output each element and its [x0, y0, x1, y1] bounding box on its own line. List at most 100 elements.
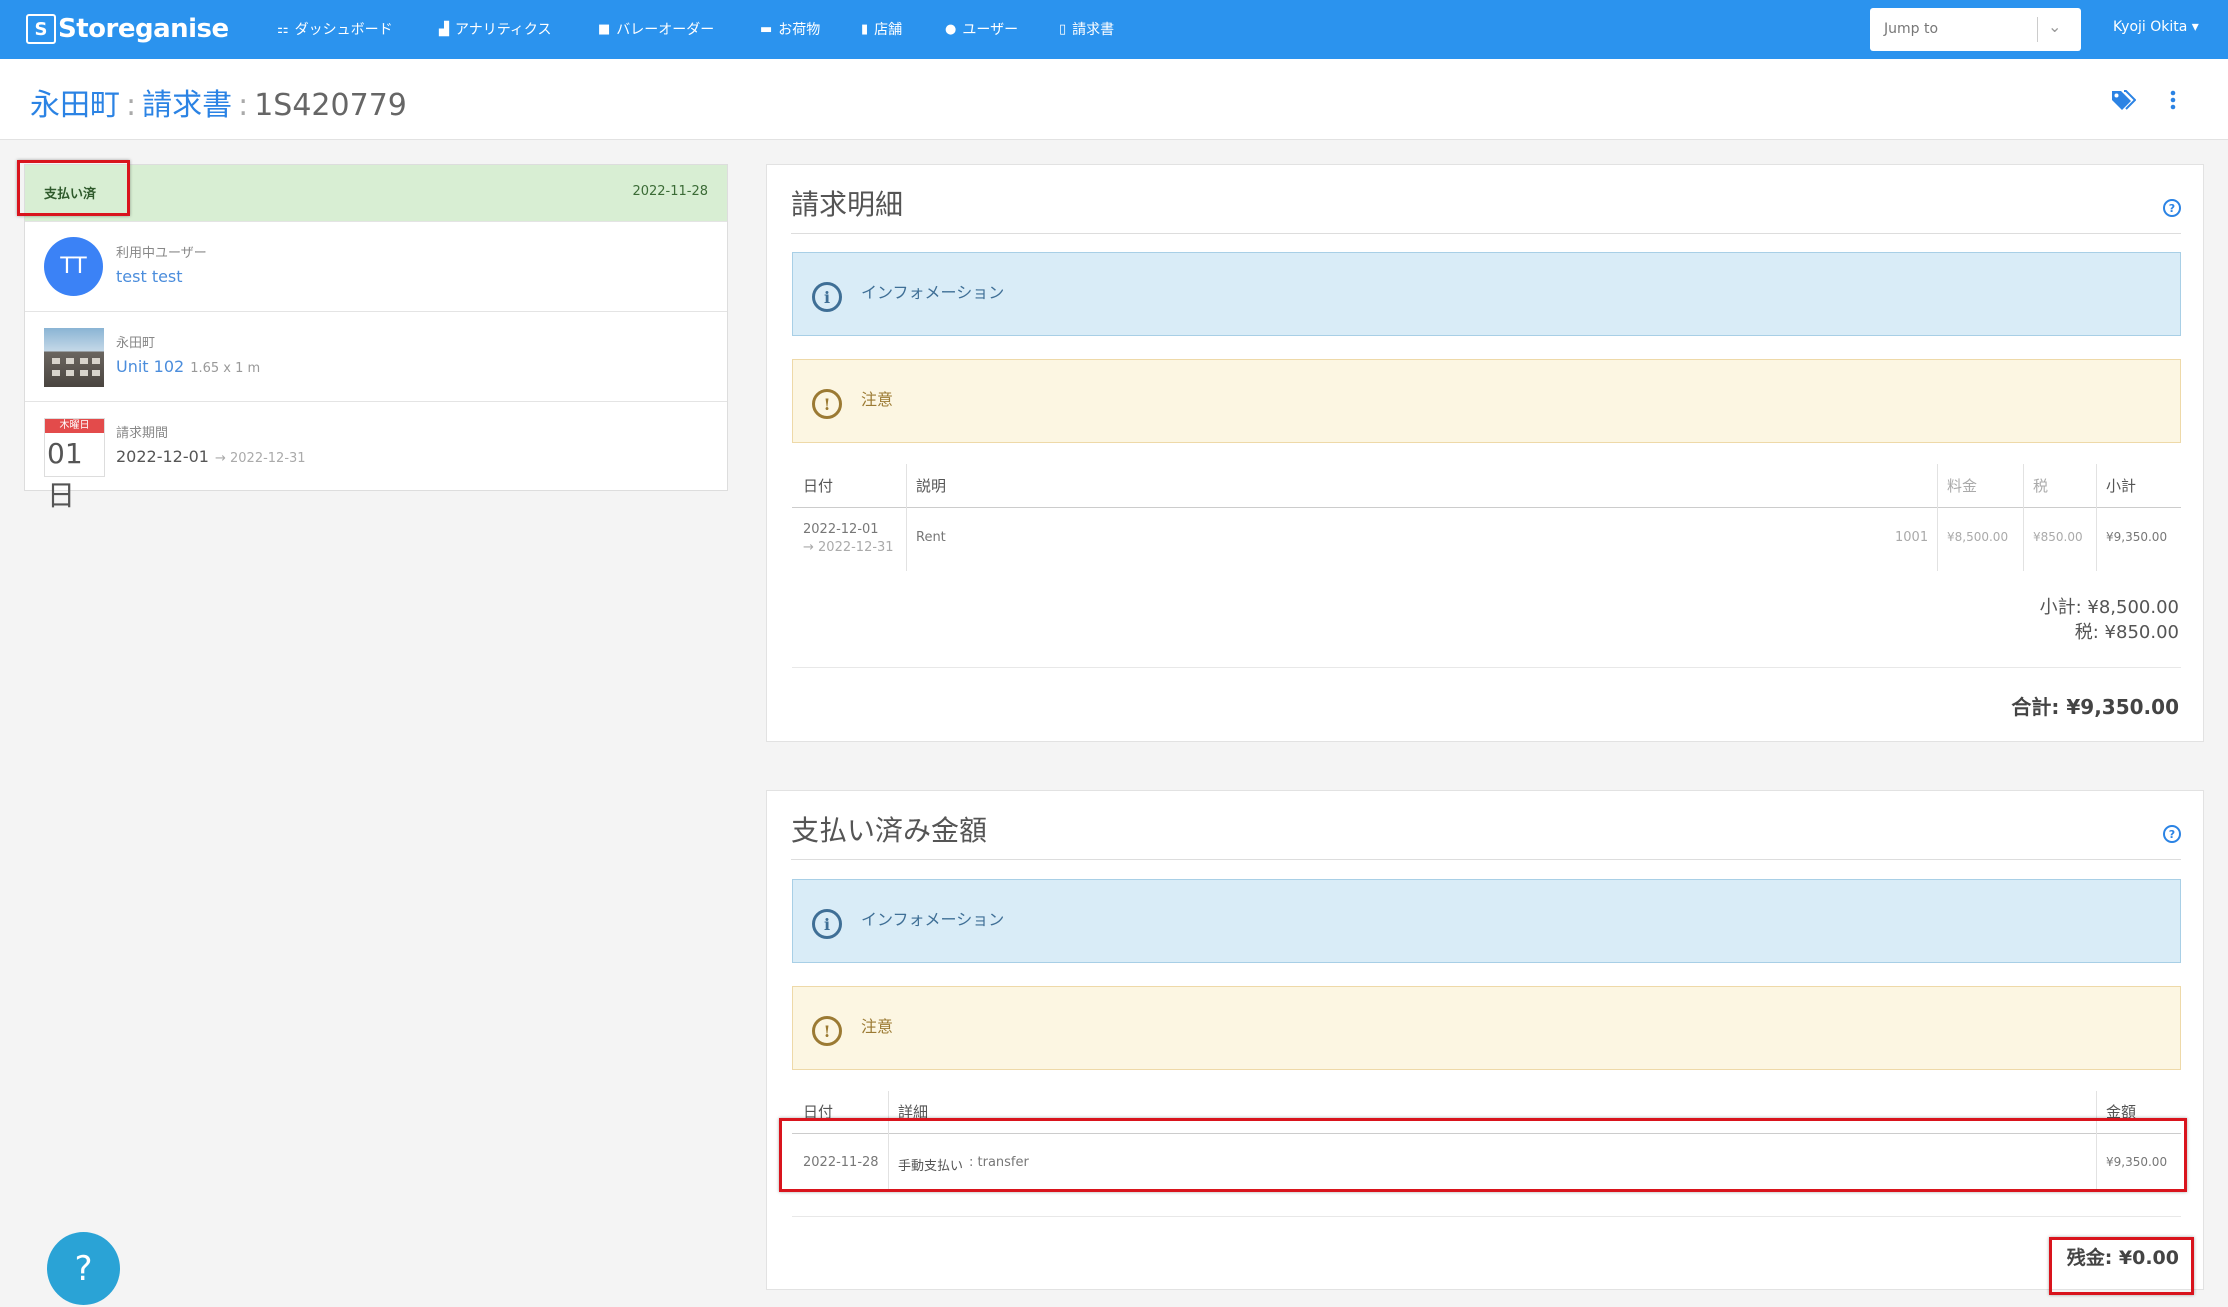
- period-end: 2022-12-31: [230, 451, 306, 466]
- unit-size: 1.65 x 1 m: [190, 361, 261, 376]
- jump-to-placeholder: Jump to: [1884, 21, 1939, 37]
- more-options-icon[interactable]: [2168, 89, 2178, 111]
- logo-text: Storeganise: [58, 14, 229, 44]
- user-name: Kyoji Okita: [2113, 19, 2188, 35]
- unit-info: Unit 102 1.65 x 1 m: [116, 357, 260, 376]
- unit-name-link[interactable]: Unit 102: [116, 357, 184, 376]
- nav-label: ダッシュボード: [294, 22, 393, 38]
- customer-name-link[interactable]: test test: [116, 267, 183, 286]
- grand-total: 合計: ¥9,350.00: [2011, 695, 2179, 719]
- warning-icon: !: [812, 1016, 842, 1046]
- nav-dashboard[interactable]: ⚏ ダッシュボード: [277, 18, 393, 40]
- help-icon[interactable]: ?: [2163, 199, 2181, 217]
- totals-divider: [792, 1216, 2181, 1217]
- row-date-end-value: 2022-12-31: [818, 540, 894, 555]
- row-subtotal: ¥9,350.00: [2106, 530, 2168, 544]
- nav-valet-orders[interactable]: ■ バレーオーダー: [598, 18, 714, 40]
- nav-sites[interactable]: ▮ 店舗: [861, 18, 902, 40]
- nav-label: ユーザー: [962, 22, 1019, 38]
- calendar-date: 01 日: [47, 433, 104, 517]
- info-alert-text: インフォメーション: [861, 910, 1005, 929]
- calendar-day-unit: 日: [47, 479, 76, 512]
- calendar-day: 01: [47, 437, 83, 470]
- truck-icon: ■: [598, 21, 611, 37]
- column-divider: [906, 464, 907, 571]
- card-divider: [791, 233, 2181, 234]
- column-divider: [2023, 464, 2024, 571]
- column-divider: [1937, 464, 1938, 571]
- nav-label: 店舗: [874, 22, 903, 38]
- nav-analytics[interactable]: ▟ アナリティクス: [439, 18, 551, 40]
- billing-period-row: 木曜日 01 日 請求期間 2022-12-01 → 2022-12-31: [25, 401, 727, 512]
- tax-line: 税: ¥850.00: [2074, 622, 2179, 643]
- storeganise-logo[interactable]: S Storeganise: [26, 12, 229, 46]
- page-header: 永田町: 請求書:1S420779: [0, 59, 2228, 140]
- col-header-date: 日付: [803, 477, 834, 495]
- invoice-number: 1S420779: [254, 88, 407, 123]
- question-mark-icon: ?: [74, 1248, 93, 1289]
- nav-users[interactable]: ● ユーザー: [945, 18, 1018, 40]
- archive-icon: ▬: [760, 21, 773, 37]
- sitemap-icon: ⚏: [277, 21, 289, 37]
- chart-icon: ▟: [439, 21, 449, 37]
- breadcrumb-site-link[interactable]: 永田町: [30, 88, 120, 123]
- info-icon: i: [812, 282, 842, 312]
- subtotal-line: 小計: ¥8,500.00: [2039, 597, 2179, 618]
- info-alert-text: インフォメーション: [861, 283, 1005, 302]
- info-alert: i インフォメーション: [792, 252, 2181, 336]
- jump-to-separator: [2037, 17, 2038, 42]
- nav-invoices[interactable]: ▯ 請求書: [1059, 18, 1114, 40]
- payment-row-highlight-box: [779, 1118, 2187, 1192]
- user-menu[interactable]: Kyoji Okita ▾: [2113, 19, 2199, 35]
- warning-alert: ! 注意: [792, 986, 2181, 1070]
- row-code: 1001: [1895, 530, 1929, 545]
- payments-card: 支払い済み金額 ? i インフォメーション ! 注意 日付 詳細 金額 2022…: [766, 790, 2204, 1295]
- nav-label: お荷物: [778, 22, 821, 38]
- avatar: TT: [44, 237, 103, 296]
- status-highlight-box: [17, 160, 130, 216]
- calendar-weekday: 木曜日: [45, 419, 104, 433]
- breadcrumb-separator: :: [126, 88, 137, 123]
- page-title: 永田町: 請求書:1S420779: [30, 80, 407, 124]
- column-divider: [2096, 464, 2097, 571]
- jump-to-select[interactable]: Jump to ⌄: [1870, 8, 2081, 51]
- row-description: Rent: [916, 530, 946, 545]
- chevron-down-icon: ⌄: [2048, 17, 2062, 36]
- totals-divider: [792, 667, 2181, 668]
- warning-alert: ! 注意: [792, 359, 2181, 443]
- unit-row: 永田町 Unit 102 1.65 x 1 m: [25, 311, 727, 401]
- file-icon: ▯: [1059, 21, 1067, 37]
- payments-title: 支払い済み金額: [791, 814, 988, 847]
- warning-alert-text: 注意: [861, 1017, 894, 1036]
- invoice-summary-panel: 支払い済 2022-11-28 TT 利用中ユーザー test test 永田町…: [17, 160, 728, 512]
- help-icon[interactable]: ?: [2163, 825, 2181, 843]
- col-header-tax: 税: [2033, 477, 2049, 495]
- site-label: 永田町: [116, 336, 156, 351]
- site-photo: [44, 328, 104, 387]
- nav-label: 請求書: [1072, 22, 1115, 38]
- billing-period-value: 2022-12-01 → 2022-12-31: [116, 447, 306, 466]
- billing-period-label: 請求期間: [116, 426, 169, 441]
- row-date: 2022-12-01: [803, 522, 879, 537]
- info-icon: i: [812, 909, 842, 939]
- calendar-icon: 木曜日 01 日: [44, 418, 105, 512]
- nav-items[interactable]: ▬ お荷物: [760, 18, 820, 40]
- charges-card: 請求明細 ? i インフォメーション ! 注意 日付 説明 料金 税 小計 20…: [766, 164, 2204, 742]
- row-date-end: → 2022-12-31: [803, 540, 894, 555]
- caret-down-icon: ▾: [2191, 19, 2199, 35]
- customer-label: 利用中ユーザー: [116, 246, 207, 261]
- top-navbar: S Storeganise ⚏ ダッシュボード ▟ アナリティクス ■ バレーオ…: [0, 0, 2228, 59]
- breadcrumb-invoices-link[interactable]: 請求書: [142, 88, 232, 123]
- logo-mark-icon: S: [26, 14, 56, 44]
- period-arrow: → 2022-12-31: [214, 451, 306, 466]
- row-amount: ¥8,500.00: [1947, 530, 2009, 544]
- card-divider: [791, 859, 2181, 860]
- tags-icon[interactable]: [2110, 89, 2136, 111]
- col-header-amount: 料金: [1947, 477, 1978, 495]
- status-date: 2022-11-28: [632, 184, 708, 199]
- period-start: 2022-12-01: [116, 447, 209, 466]
- warning-alert-text: 注意: [861, 390, 894, 409]
- row-tax: ¥850.00: [2033, 530, 2083, 544]
- balance-highlight-box: [2049, 1237, 2194, 1295]
- help-chat-button[interactable]: ?: [47, 1232, 120, 1305]
